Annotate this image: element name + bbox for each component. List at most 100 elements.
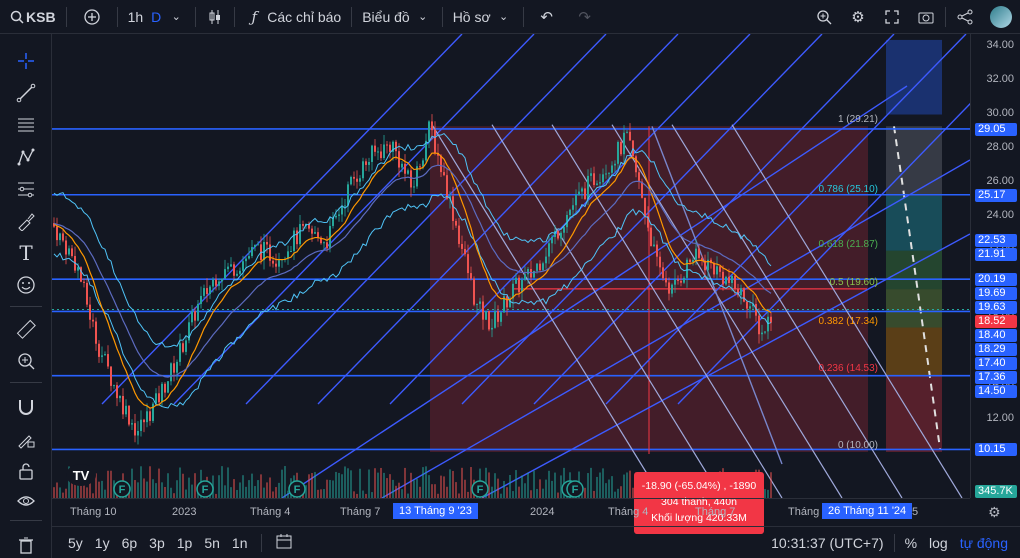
candle-body bbox=[377, 151, 379, 153]
share-button[interactable] bbox=[948, 0, 982, 34]
date-range-button[interactable] bbox=[270, 533, 300, 552]
range-1m[interactable]: 1p bbox=[171, 535, 199, 551]
interval-selector[interactable]: 1h D ⌄ bbox=[120, 0, 194, 34]
chevron-down-icon[interactable]: ⌄ bbox=[167, 8, 185, 26]
drawing-toolbar: T bbox=[0, 34, 52, 558]
quick-search-button[interactable] bbox=[807, 0, 841, 34]
axis-settings-icon[interactable]: ⚙ bbox=[988, 504, 1001, 521]
auto-scale-toggle[interactable]: tự động bbox=[954, 535, 1014, 551]
range-5d[interactable]: 5n bbox=[198, 535, 226, 551]
volume-bar bbox=[536, 488, 538, 498]
range-5y[interactable]: 5y bbox=[62, 535, 89, 551]
candle-body bbox=[470, 273, 472, 279]
chart-type-button[interactable] bbox=[198, 0, 232, 34]
settings-button[interactable]: ⚙ bbox=[841, 0, 875, 34]
volume-bar bbox=[326, 479, 328, 498]
range-3m[interactable]: 3p bbox=[143, 535, 171, 551]
volume-bar bbox=[323, 489, 325, 498]
volume-bar bbox=[374, 468, 376, 498]
candle-body bbox=[212, 279, 214, 287]
clock[interactable]: 10:31:37 (UTC+7) bbox=[765, 535, 889, 551]
chart-canvas[interactable]: FFFFFFF bbox=[52, 33, 1020, 499]
magnet-tool[interactable] bbox=[13, 394, 39, 420]
candle-body bbox=[527, 269, 529, 275]
crosshair-tool[interactable] bbox=[13, 48, 39, 74]
candle-body bbox=[89, 304, 91, 320]
candle-body bbox=[617, 141, 619, 164]
candle-body bbox=[224, 269, 226, 279]
candle-body bbox=[638, 172, 640, 182]
redo-button[interactable]: ↷ bbox=[568, 0, 602, 34]
volume-bar bbox=[155, 483, 157, 498]
candle-body bbox=[476, 303, 478, 305]
compare-button[interactable] bbox=[69, 0, 115, 34]
search-icon bbox=[8, 8, 26, 26]
candle-body bbox=[245, 258, 247, 262]
candle-body bbox=[143, 419, 145, 423]
candle-body bbox=[677, 279, 679, 281]
volume-bar bbox=[344, 466, 346, 498]
candle-body bbox=[659, 256, 661, 268]
fib-tool[interactable] bbox=[13, 176, 39, 202]
remove-drawings-tool[interactable] bbox=[13, 532, 39, 558]
lock-drawing-tool[interactable] bbox=[13, 426, 39, 452]
volume-bar bbox=[239, 482, 241, 498]
candle-body bbox=[599, 182, 601, 184]
candle-body bbox=[71, 248, 73, 257]
chart-pane[interactable]: FFFFFFF 1 (29.21)0.786 (25.10)0.618 (21.… bbox=[52, 33, 1020, 534]
candle-body bbox=[230, 264, 232, 267]
text-tool[interactable]: T bbox=[13, 240, 39, 266]
ruler-tool[interactable] bbox=[13, 316, 39, 342]
symbol-search[interactable]: KSB bbox=[0, 0, 64, 34]
volume-bar bbox=[503, 480, 505, 498]
candle-body bbox=[68, 248, 70, 255]
volume-bar bbox=[107, 470, 109, 498]
undo-button[interactable]: ↶ bbox=[526, 0, 568, 34]
percent-toggle[interactable]: % bbox=[899, 535, 923, 551]
tradingview-logo[interactable]: TV bbox=[66, 464, 96, 486]
indicators-button[interactable]: ƒ Các chỉ báo bbox=[237, 0, 349, 34]
volume-bar bbox=[440, 475, 442, 498]
chart-menu-button[interactable]: Biểu đồ ⌄ bbox=[354, 0, 439, 34]
candle-body bbox=[62, 233, 64, 241]
zoom-in-tool[interactable] bbox=[13, 348, 39, 374]
candle-body bbox=[491, 327, 493, 330]
hide-drawings-tool[interactable] bbox=[13, 488, 39, 514]
range-6m[interactable]: 6p bbox=[116, 535, 144, 551]
fullscreen-button[interactable] bbox=[875, 0, 909, 34]
range-1y[interactable]: 1y bbox=[89, 535, 116, 551]
price-badge: 19.63 bbox=[975, 301, 1017, 315]
volume-bar bbox=[176, 480, 178, 498]
avatar[interactable] bbox=[982, 0, 1020, 34]
candle-body bbox=[539, 263, 541, 271]
candle-body bbox=[413, 186, 415, 188]
lock-all-tool[interactable] bbox=[13, 458, 39, 484]
price-scale[interactable]: 34.0032.0030.0028.0026.0024.0022.0020.00… bbox=[970, 34, 1020, 498]
profile-menu-button[interactable]: Hồ sơ ⌄ bbox=[445, 0, 521, 34]
trend-line-icon bbox=[16, 83, 36, 103]
interval-d[interactable]: D bbox=[151, 9, 161, 25]
candle-body bbox=[221, 278, 223, 282]
fib-level-label: 0.236 (14.53) bbox=[818, 363, 879, 375]
interval-1h[interactable]: 1h bbox=[128, 9, 144, 25]
pattern-tool[interactable] bbox=[13, 144, 39, 170]
brush-tool[interactable] bbox=[13, 208, 39, 234]
horizontal-lines-tool[interactable] bbox=[13, 112, 39, 138]
candle-body bbox=[206, 288, 208, 295]
candle-body bbox=[596, 183, 598, 185]
volume-bar bbox=[191, 484, 193, 498]
candle-body bbox=[110, 366, 112, 386]
candle-body bbox=[56, 226, 58, 241]
log-toggle[interactable]: log bbox=[923, 535, 954, 551]
trend-line-tool[interactable] bbox=[13, 80, 39, 106]
candle-body bbox=[356, 178, 358, 182]
share-icon bbox=[956, 8, 974, 26]
volume-bar bbox=[131, 468, 133, 498]
volume-bar bbox=[254, 486, 256, 498]
time-axis[interactable]: Tháng 10 2023 Tháng 4 Tháng 7 13 Tháng 9… bbox=[52, 498, 1001, 524]
emoji-tool[interactable] bbox=[13, 272, 39, 298]
snapshot-button[interactable] bbox=[909, 0, 943, 34]
volume-bar bbox=[410, 472, 412, 498]
range-1d[interactable]: 1n bbox=[226, 535, 254, 551]
divider bbox=[893, 533, 895, 552]
